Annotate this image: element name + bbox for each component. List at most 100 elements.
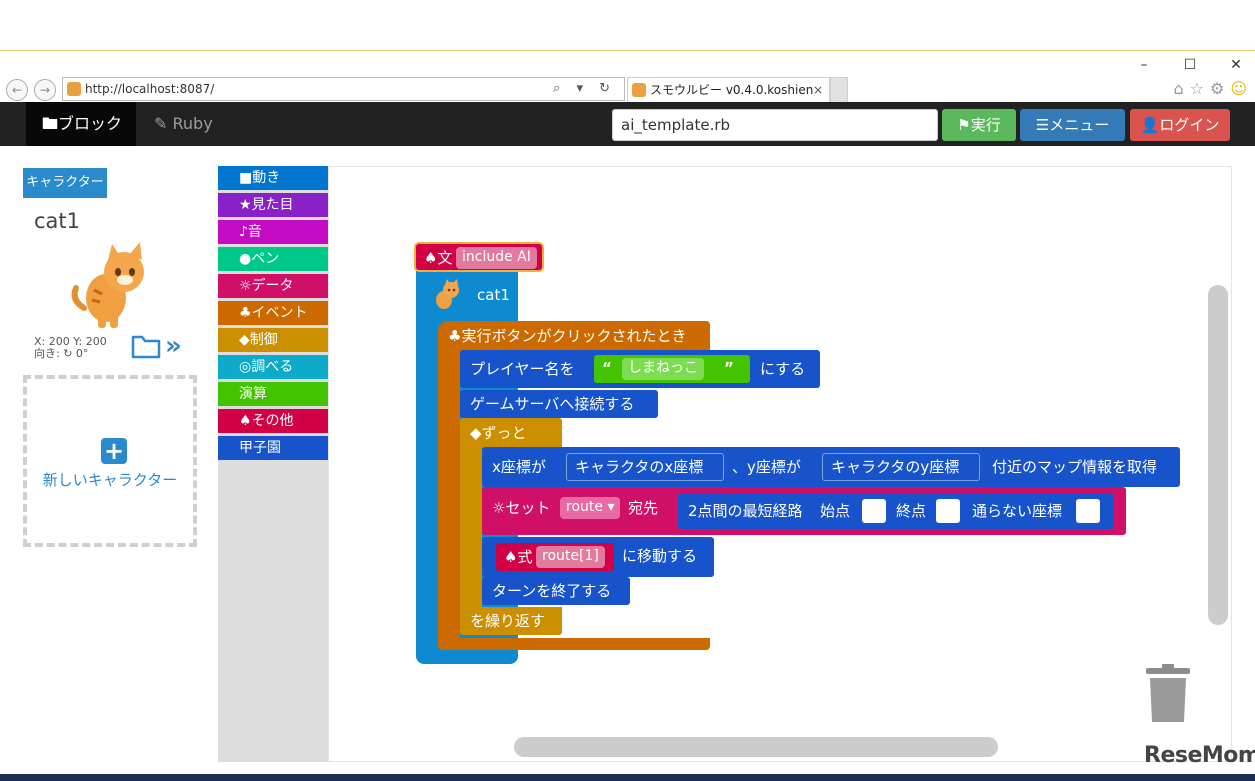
map-y-label: 、y座標が (732, 458, 801, 476)
trash-icon[interactable] (1144, 664, 1192, 724)
close-icon[interactable]: ✕ (1227, 57, 1245, 75)
new-character-dropzone[interactable]: + 新しいキャラクター (23, 375, 197, 547)
category-other[interactable]: ♠その他 (218, 409, 328, 433)
event-hat-arm (438, 350, 460, 640)
category-sound[interactable]: ♪音 (218, 220, 328, 244)
gear-icon[interactable]: ⚙ (1210, 79, 1224, 98)
category-motion[interactable]: ■動き (218, 166, 328, 190)
shortest-path-block[interactable]: 2点間の最短経路 始点 終点 通らない座標 (678, 493, 1114, 529)
tab-favicon-icon (632, 83, 646, 97)
character-name: cat1 (34, 209, 81, 233)
workspace-horizontal-scrollbar[interactable] (514, 737, 998, 757)
tab-block[interactable]: 🖿ブロック (26, 102, 136, 146)
forever-arm (460, 447, 482, 609)
set-var-dest: 宛先 (628, 499, 659, 517)
char-y-reporter[interactable]: キャラクタのy座標 (822, 453, 980, 481)
category-pen[interactable]: ●ペン (218, 247, 328, 271)
smiley-icon[interactable]: ☺ (1230, 79, 1247, 98)
map-y-value: キャラクタのy座標 (831, 458, 960, 476)
browser-toolbar-icons: ⌂ ☆ ⚙ ☺ (1173, 79, 1247, 98)
browser-tab[interactable]: スモウルビー v0.4.0.koshien × (627, 77, 830, 103)
star-icon[interactable]: ☆ (1190, 79, 1204, 98)
move-expr-label: ♠式 (504, 548, 533, 566)
filename-input[interactable] (612, 109, 938, 141)
folder-icon[interactable] (131, 333, 161, 359)
screen: – ☐ ✕ ← → http://localhost:8087/ ⌕ ▾ ↻ ス… (0, 0, 1255, 781)
event-hat-block[interactable]: ♣実行ボタンがクリックされたとき (438, 321, 710, 351)
character-coords: X: 200 Y: 200 向き: ↻ 0° (34, 336, 107, 360)
map-x-label: x座標が (492, 458, 546, 476)
category-koshien[interactable]: 甲子園 (218, 436, 328, 460)
set-player-name-block[interactable]: プレイヤー名を “ しまねっこ ” にする (460, 350, 820, 388)
back-icon[interactable]: ← (6, 79, 28, 101)
character-block-name: cat1 (477, 286, 510, 304)
char-x-reporter[interactable]: キャラクタのx座標 (566, 453, 724, 481)
tab-title: スモウルビー v0.4.0.koshien (650, 83, 814, 97)
browser-navrow: ← → http://localhost:8087/ ⌕ ▾ ↻ スモウルビー … (0, 75, 1255, 103)
new-character-label: 新しいキャラクター (42, 471, 178, 489)
category-control[interactable]: ◆制御 (218, 328, 328, 352)
expression-block[interactable]: ♠式 route[1] (496, 543, 614, 571)
set-route-block[interactable]: ☼セット route ▾ 宛先 2点間の最短経路 始点 終点 通らない座標 (482, 487, 1126, 535)
get-map-info-block[interactable]: x座標が キャラクタのx座標 、y座標が キャラクタのy座標 付近のマップ情報を… (482, 447, 1180, 487)
event-hat-foot (438, 638, 710, 650)
minimize-icon[interactable]: – (1135, 57, 1153, 75)
tab-close-icon[interactable]: × (813, 78, 823, 102)
string-literal-block[interactable]: “ しまねっこ ” (594, 355, 750, 383)
character-tab-button[interactable]: キャラクター (23, 168, 107, 198)
cat-thumbnail-icon (436, 279, 459, 309)
forever-label: ◆ずっと (470, 424, 527, 442)
connect-label: ゲームサーバへ接続する (470, 395, 635, 413)
tab-ruby[interactable]: ✎ Ruby (140, 102, 240, 146)
path-start: 始点 (820, 502, 851, 520)
end-turn-block[interactable]: ターンを終了する (482, 577, 630, 605)
route-variable-dropdown[interactable]: route ▾ (560, 497, 621, 519)
address-tools-icon[interactable]: ⌕ ▾ ↻ (553, 78, 616, 100)
connect-server-block[interactable]: ゲームサーバへ接続する (460, 390, 658, 418)
chevron-right-icon[interactable]: » (165, 332, 182, 360)
include-value[interactable]: include AI (456, 247, 537, 269)
forever-foot: を繰り返す (460, 607, 562, 635)
move-expr-value[interactable]: route[1] (536, 546, 605, 568)
block-toolbox: ■動き ★見た目 ♪音 ●ペン ☼データ ♣イベント ◆制御 ◎調べる 演算 ♠… (218, 166, 328, 762)
set-name-pre: プレイヤー名を (470, 360, 575, 378)
set-var-label: ☼セット (492, 499, 551, 517)
map-tail: 付近のマップ情報を取得 (992, 458, 1158, 476)
player-name-value[interactable]: しまねっこ (622, 358, 704, 380)
set-name-post: にする (760, 360, 806, 378)
repeat-tail: を繰り返す (470, 612, 546, 630)
window-controls: – ☐ ✕ (1135, 57, 1245, 75)
home-icon[interactable]: ⌂ (1173, 79, 1183, 98)
include-prefix: ♠文 (424, 249, 453, 267)
set-var-value: route (566, 499, 603, 515)
move-tail: に移動する (622, 547, 698, 565)
map-x-value: キャラクタのx座標 (575, 458, 704, 476)
category-looks[interactable]: ★見た目 (218, 193, 328, 217)
plus-icon: + (101, 438, 127, 464)
run-button[interactable]: ⚑実行 (942, 109, 1016, 141)
menu-button[interactable]: ☰メニュー (1020, 109, 1125, 141)
forever-block[interactable]: ◆ずっと (460, 418, 562, 448)
path-avoid: 通らない座標 (972, 502, 1063, 520)
path-start-slot[interactable] (862, 499, 886, 523)
quote-open-icon: “ (602, 359, 612, 377)
path-avoid-slot[interactable] (1076, 499, 1100, 523)
favicon-icon (67, 82, 81, 96)
new-tab-button[interactable] (830, 77, 848, 103)
watermark: ReseMom. (1144, 743, 1255, 768)
maximize-icon[interactable]: ☐ (1181, 57, 1199, 75)
forward-icon[interactable]: → (34, 79, 56, 101)
event-hat-label: ♣実行ボタンがクリックされたとき (448, 327, 687, 345)
category-data[interactable]: ☼データ (218, 274, 328, 298)
move-to-block[interactable]: ♠式 route[1] に移動する (482, 537, 714, 577)
include-block[interactable]: ♠文 include AI (414, 242, 544, 272)
category-sensing[interactable]: ◎調べる (218, 355, 328, 379)
address-bar[interactable]: http://localhost:8087/ ⌕ ▾ ↻ (62, 77, 625, 101)
workspace-vertical-scrollbar[interactable] (1208, 285, 1228, 625)
path-end-slot[interactable] (936, 499, 960, 523)
login-button[interactable]: 👤ログイン (1130, 109, 1230, 141)
cat-character-icon[interactable] (66, 240, 156, 330)
category-event[interactable]: ♣イベント (218, 301, 328, 325)
character-direction: 向き: ↻ 0° (34, 347, 89, 360)
category-operators[interactable]: 演算 (218, 382, 328, 406)
